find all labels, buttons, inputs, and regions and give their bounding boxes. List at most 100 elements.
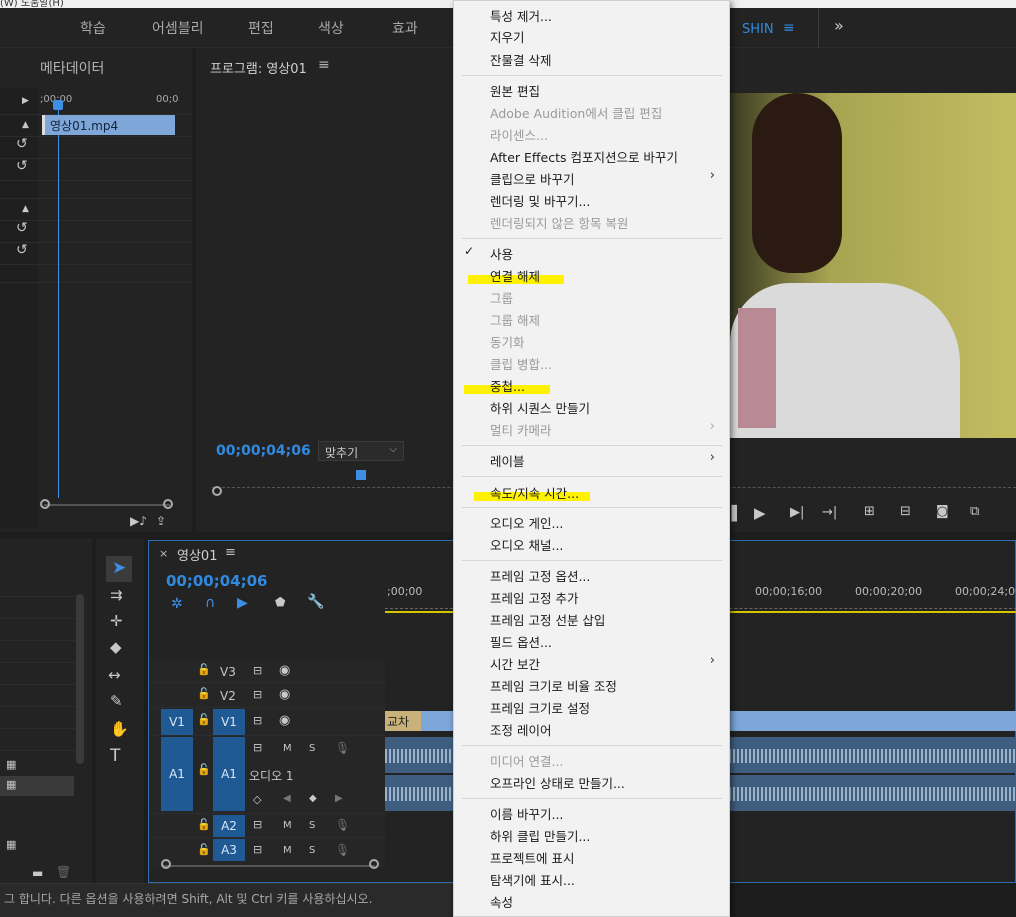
timeline-menu-icon[interactable]: ≡: [225, 545, 236, 560]
text-tool-icon[interactable]: T: [110, 746, 120, 766]
menu-item[interactable]: 이름 바꾸기...: [490, 804, 563, 823]
export-icon[interactable]: ⇪: [156, 514, 166, 528]
timeline-zoom-bar[interactable]: [163, 865, 375, 867]
menu-item[interactable]: 지우기: [490, 27, 525, 46]
workspace-overflow-icon[interactable]: »: [834, 16, 844, 35]
sync-lock-icon[interactable]: ⊟: [253, 688, 262, 701]
menu-item[interactable]: 동기화: [490, 332, 525, 351]
lift-icon[interactable]: ⊞: [864, 504, 875, 519]
zoom-handle-right[interactable]: [163, 499, 173, 509]
menu-item[interactable]: 프레임 고정 추가: [490, 588, 578, 607]
workspace-tab-edit[interactable]: 편집: [248, 18, 274, 38]
program-zoom-handle[interactable]: [212, 486, 222, 496]
menu-item[interactable]: 오디오 채널...: [490, 535, 563, 554]
go-to-out-icon[interactable]: →|: [822, 505, 837, 520]
solo-button[interactable]: S: [309, 743, 315, 754]
metadata-title[interactable]: 메타데이터: [40, 58, 104, 78]
track-a1[interactable]: A1: [213, 737, 245, 811]
menu-item[interactable]: 속도/지속 시간...: [490, 483, 579, 502]
lock-icon[interactable]: 🔓: [197, 663, 211, 676]
extract-icon[interactable]: ⊟: [900, 504, 911, 519]
lock-icon[interactable]: 🔓: [197, 843, 211, 856]
menu-item[interactable]: 하위 시퀀스 만들기: [490, 398, 590, 417]
zoom-handle-left[interactable]: [161, 859, 171, 869]
expand-arrow-icon[interactable]: ▶: [22, 96, 29, 106]
microphone-icon[interactable]: 🎙: [335, 843, 350, 857]
menu-item[interactable]: 오디오 게인...: [490, 513, 563, 532]
collapse-arrow-icon[interactable]: ▲: [22, 204, 29, 214]
menu-item[interactable]: 오프라인 상태로 만들기...: [490, 773, 625, 792]
menu-item[interactable]: After Effects 컴포지션으로 바꾸기: [490, 147, 678, 166]
project-scrollbar[interactable]: [76, 594, 84, 764]
menu-item[interactable]: 멀티 카메라: [490, 420, 551, 439]
zoom-handle-right[interactable]: [369, 859, 379, 869]
prev-keyframe-icon[interactable]: ◀: [283, 793, 291, 804]
nest-icon[interactable]: ✲: [171, 596, 183, 612]
keyframe-icon[interactable]: ◇: [253, 793, 261, 806]
sync-lock-icon[interactable]: ⊟: [253, 843, 262, 856]
eye-icon[interactable]: ◉: [279, 663, 290, 678]
menu-item[interactable]: 프레임 크기로 설정: [490, 698, 590, 717]
menu-item[interactable]: 하위 클립 만들기...: [490, 826, 590, 845]
program-timecode[interactable]: 00;00;04;06: [216, 443, 311, 459]
menu-item[interactable]: 프로젝트에 표시: [490, 848, 574, 867]
menu-item[interactable]: 그룹 해제: [490, 310, 540, 329]
lock-icon[interactable]: 🔓: [197, 818, 211, 831]
close-icon[interactable]: ×: [159, 547, 168, 560]
track-v2[interactable]: V2: [220, 689, 236, 703]
reset-icon[interactable]: ↺: [16, 242, 28, 258]
program-title[interactable]: 프로그램: 영상01: [210, 58, 307, 77]
menu-item[interactable]: Adobe Audition에서 클립 편집: [490, 103, 662, 122]
menu-item[interactable]: 속성: [490, 892, 513, 911]
selection-tool-icon[interactable]: ➤: [112, 558, 126, 578]
lock-icon[interactable]: 🔓: [197, 713, 211, 726]
menu-item[interactable]: 특성 제거...: [490, 6, 552, 25]
menu-item[interactable]: 미디어 연결...: [490, 751, 563, 770]
menu-item[interactable]: 프레임 고정 선분 삽입: [490, 610, 605, 629]
menu-item[interactable]: 라이센스...: [490, 125, 548, 144]
sync-lock-icon[interactable]: ⊟: [253, 714, 262, 727]
razor-icon[interactable]: ◆: [110, 638, 122, 656]
reset-icon[interactable]: ↺: [16, 220, 28, 236]
step-forward-icon[interactable]: ▶|: [790, 505, 804, 520]
fit-dropdown[interactable]: 맞추기 ⌵: [318, 441, 404, 461]
menu-item[interactable]: 잔물결 삭제: [490, 50, 551, 69]
menu-item[interactable]: 그룹: [490, 288, 513, 307]
solo-button[interactable]: S: [309, 820, 315, 831]
menu-item[interactable]: 사용: [490, 244, 513, 263]
menu-item[interactable]: 레이블: [490, 451, 525, 470]
trash-icon[interactable]: 🗑: [56, 865, 71, 879]
slip-icon[interactable]: ↔: [108, 666, 121, 684]
program-playhead[interactable]: [356, 470, 366, 480]
reset-icon[interactable]: ↺: [16, 136, 28, 152]
transition-marker[interactable]: 교차: [385, 711, 421, 731]
microphone-icon[interactable]: 🎙: [335, 818, 350, 832]
insert-icon[interactable]: ▶♪: [130, 514, 147, 528]
track-a2[interactable]: A2: [213, 815, 245, 837]
mute-button[interactable]: M: [283, 845, 292, 856]
workspace-tab-learn[interactable]: 학습: [80, 18, 106, 38]
linked-selection-icon[interactable]: ▶: [237, 595, 248, 611]
sync-lock-icon[interactable]: ⊟: [253, 741, 262, 754]
folder-icon[interactable]: ▬: [32, 866, 43, 880]
menu-item[interactable]: 프레임 고정 옵션...: [490, 566, 590, 585]
ripple-edit-icon[interactable]: ✛: [110, 612, 123, 630]
track-v3[interactable]: V3: [220, 665, 236, 679]
mute-button[interactable]: M: [283, 743, 292, 754]
menu-item[interactable]: 필드 옵션...: [490, 632, 552, 651]
track-a3[interactable]: A3: [213, 839, 245, 861]
track-select-icon[interactable]: ⇉: [110, 586, 123, 604]
menu-item[interactable]: 연결 해제: [490, 266, 540, 285]
pen-icon[interactable]: ✎: [110, 692, 123, 710]
eye-icon[interactable]: ◉: [279, 687, 290, 702]
collapse-arrow-icon[interactable]: ▲: [22, 120, 29, 130]
workspace-tab-assembly[interactable]: 어셈블리: [152, 18, 204, 38]
sync-lock-icon[interactable]: ⊟: [253, 818, 262, 831]
workspace-menu-icon[interactable]: ≡: [783, 20, 795, 36]
hand-icon[interactable]: ✋: [110, 720, 129, 738]
menu-item[interactable]: 조정 레이어: [490, 720, 551, 739]
menu-item[interactable]: 클립으로 바꾸기: [490, 169, 574, 188]
source-patch-v1[interactable]: V1: [161, 709, 193, 735]
zoom-handle-left[interactable]: [40, 499, 50, 509]
compare-icon[interactable]: ⧉: [970, 504, 979, 519]
